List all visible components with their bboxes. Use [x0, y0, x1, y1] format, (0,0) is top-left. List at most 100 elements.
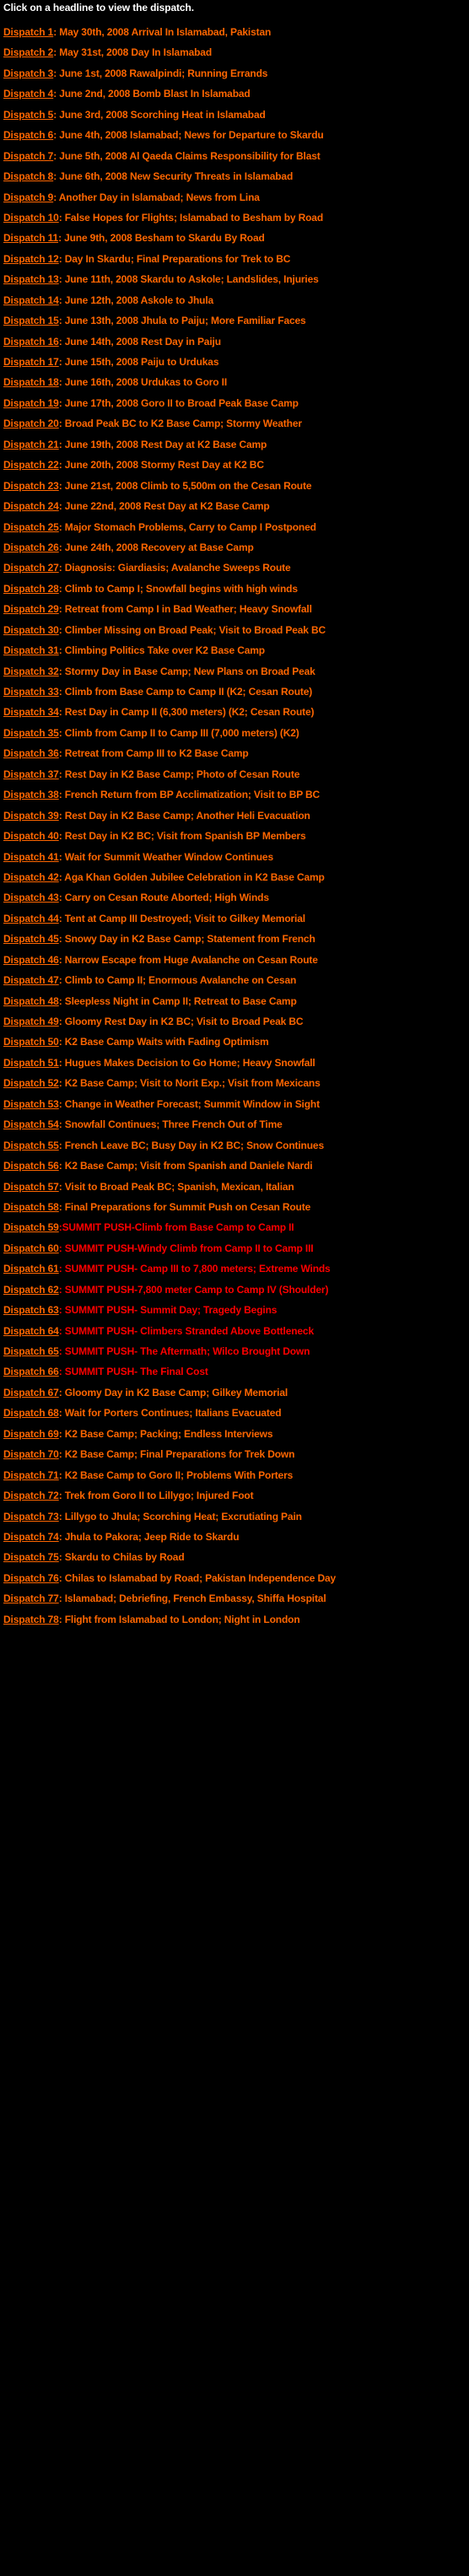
dispatch-link[interactable]: Dispatch 45	[3, 933, 59, 945]
dispatch-link[interactable]: Dispatch 43	[3, 892, 59, 903]
dispatch-link[interactable]: Dispatch 26	[3, 542, 59, 553]
dispatch-link[interactable]: Dispatch 49	[3, 1016, 59, 1027]
dispatch-link[interactable]: Dispatch 48	[3, 995, 59, 1007]
dispatch-link[interactable]: Dispatch 50	[3, 1036, 59, 1048]
dispatch-link[interactable]: Dispatch 54	[3, 1118, 59, 1130]
dispatch-link[interactable]: Dispatch 42	[3, 871, 59, 883]
dispatch-link[interactable]: Dispatch 55	[3, 1140, 59, 1151]
dispatch-row: Dispatch 66: SUMMIT PUSH- The Final Cost	[3, 1361, 469, 1382]
dispatch-title: : June 12th, 2008 Askole to Jhula	[58, 294, 214, 306]
dispatch-link[interactable]: Dispatch 65	[3, 1345, 59, 1357]
dispatch-title: : Change in Weather Forecast; Summit Win…	[58, 1097, 320, 1110]
dispatch-title: : June 15th, 2008 Paiju to Urdukas	[58, 356, 219, 368]
dispatch-link[interactable]: Dispatch 46	[3, 954, 59, 966]
dispatch-link[interactable]: Dispatch 31	[3, 644, 59, 656]
dispatch-link[interactable]: Dispatch 1	[3, 26, 53, 38]
dispatch-link[interactable]: Dispatch 10	[3, 212, 59, 224]
dispatch-link[interactable]: Dispatch 75	[3, 1551, 59, 1563]
dispatch-link[interactable]: Dispatch 28	[3, 583, 59, 595]
dispatch-title: : Retreat from Camp III to K2 Base Camp	[58, 747, 249, 760]
dispatch-link[interactable]: Dispatch 52	[3, 1077, 59, 1089]
dispatch-link[interactable]: Dispatch 73	[3, 1511, 59, 1522]
dispatch-link[interactable]: Dispatch 39	[3, 810, 59, 822]
dispatch-row: Dispatch 71: K2 Base Camp to Goro II; Pr…	[3, 1465, 469, 1485]
dispatch-link[interactable]: Dispatch 4	[3, 88, 53, 100]
dispatch-link[interactable]: Dispatch 17	[3, 356, 59, 368]
dispatch-row: Dispatch 43: Carry on Cesan Route Aborte…	[3, 887, 469, 908]
dispatch-link[interactable]: Dispatch 74	[3, 1531, 59, 1543]
dispatch-link[interactable]: Dispatch 16	[3, 336, 59, 348]
dispatch-link[interactable]: Dispatch 30	[3, 624, 59, 636]
dispatch-link[interactable]: Dispatch 23	[3, 480, 59, 492]
dispatch-link[interactable]: Dispatch 22	[3, 459, 59, 471]
dispatch-link[interactable]: Dispatch 69	[3, 1428, 59, 1440]
dispatch-row: Dispatch 39: Rest Day in K2 Base Camp; A…	[3, 806, 469, 826]
dispatch-link[interactable]: Dispatch 61	[3, 1263, 59, 1275]
dispatch-row: Dispatch 26: June 24th, 2008 Recovery at…	[3, 537, 469, 558]
dispatch-link[interactable]: Dispatch 41	[3, 851, 59, 863]
dispatch-link[interactable]: Dispatch 24	[3, 500, 59, 512]
dispatch-title: : Stormy Day in Base Camp; New Plans on …	[58, 665, 315, 677]
dispatch-link[interactable]: Dispatch 51	[3, 1057, 59, 1069]
dispatch-link[interactable]: Dispatch 12	[3, 253, 59, 265]
dispatch-link[interactable]: Dispatch 37	[3, 768, 59, 780]
dispatch-link[interactable]: Dispatch 8	[3, 170, 53, 182]
dispatch-title: : K2 Base Camp; Visit to Norit Exp.; Vis…	[58, 1077, 321, 1090]
dispatch-link[interactable]: Dispatch 25	[3, 521, 59, 533]
dispatch-row: Dispatch 6: June 4th, 2008 Islamabad; Ne…	[3, 125, 469, 145]
dispatch-link[interactable]: Dispatch 59	[3, 1221, 59, 1233]
dispatch-link[interactable]: Dispatch 56	[3, 1160, 59, 1172]
dispatch-link[interactable]: Dispatch 35	[3, 727, 59, 739]
dispatch-link[interactable]: Dispatch 60	[3, 1242, 59, 1254]
dispatch-link[interactable]: Dispatch 77	[3, 1592, 59, 1604]
dispatch-link[interactable]: Dispatch 20	[3, 418, 59, 429]
dispatch-link[interactable]: Dispatch 66	[3, 1366, 59, 1377]
dispatch-row: Dispatch 47: Climb to Camp II; Enormous …	[3, 970, 469, 990]
dispatch-link[interactable]: Dispatch 7	[3, 150, 53, 162]
dispatch-link[interactable]: Dispatch 38	[3, 789, 59, 800]
dispatch-link[interactable]: Dispatch 33	[3, 686, 59, 698]
dispatch-link[interactable]: Dispatch 13	[3, 273, 59, 285]
dispatch-link[interactable]: Dispatch 57	[3, 1181, 59, 1193]
dispatch-link[interactable]: Dispatch 18	[3, 376, 59, 388]
dispatch-link[interactable]: Dispatch 68	[3, 1407, 59, 1419]
dispatch-link[interactable]: Dispatch 62	[3, 1284, 59, 1296]
dispatch-link[interactable]: Dispatch 6	[3, 129, 53, 141]
dispatch-title: : Snowfall Continues; Three French Out o…	[58, 1118, 283, 1131]
dispatch-link[interactable]: Dispatch 58	[3, 1201, 59, 1213]
dispatch-title: : June 22nd, 2008 Rest Day at K2 Base Ca…	[58, 500, 270, 513]
dispatch-link[interactable]: Dispatch 76	[3, 1572, 59, 1584]
dispatch-link[interactable]: Dispatch 21	[3, 439, 59, 450]
dispatch-row: Dispatch 76: Chilas to Islamabad by Road…	[3, 1568, 469, 1588]
dispatch-link[interactable]: Dispatch 53	[3, 1098, 59, 1110]
dispatch-link[interactable]: Dispatch 9	[3, 191, 53, 203]
dispatch-link[interactable]: Dispatch 29	[3, 603, 59, 615]
dispatch-link[interactable]: Dispatch 27	[3, 562, 59, 574]
dispatch-link[interactable]: Dispatch 3	[3, 67, 53, 79]
dispatch-link[interactable]: Dispatch 40	[3, 830, 59, 842]
dispatch-link[interactable]: Dispatch 78	[3, 1614, 59, 1625]
dispatch-link[interactable]: Dispatch 44	[3, 913, 59, 924]
dispatch-link[interactable]: Dispatch 64	[3, 1325, 59, 1337]
dispatch-row: Dispatch 72: Trek from Goro II to Lillyg…	[3, 1485, 469, 1506]
dispatch-link[interactable]: Dispatch 2	[3, 46, 53, 58]
dispatch-row: Dispatch 46: Narrow Escape from Huge Ava…	[3, 950, 469, 970]
dispatch-link[interactable]: Dispatch 11	[3, 232, 58, 244]
dispatch-title: : June 17th, 2008 Goro II to Broad Peak …	[58, 396, 299, 409]
dispatch-link[interactable]: Dispatch 36	[3, 747, 59, 759]
dispatch-link[interactable]: Dispatch 19	[3, 397, 59, 409]
dispatch-link[interactable]: Dispatch 5	[3, 109, 53, 121]
dispatch-link[interactable]: Dispatch 34	[3, 706, 59, 718]
dispatch-row: Dispatch 44: Tent at Camp III Destroyed;…	[3, 908, 469, 929]
dispatch-link[interactable]: Dispatch 63	[3, 1304, 59, 1316]
dispatch-link[interactable]: Dispatch 14	[3, 294, 59, 306]
dispatch-link[interactable]: Dispatch 71	[3, 1469, 59, 1481]
dispatch-row: Dispatch 75: Skardu to Chilas by Road	[3, 1547, 469, 1567]
dispatch-link[interactable]: Dispatch 15	[3, 315, 59, 326]
dispatch-link[interactable]: Dispatch 32	[3, 666, 59, 677]
dispatch-link[interactable]: Dispatch 67	[3, 1387, 59, 1398]
dispatch-link[interactable]: Dispatch 72	[3, 1490, 59, 1501]
dispatch-link[interactable]: Dispatch 70	[3, 1448, 59, 1460]
dispatch-title: : Chilas to Islamabad by Road; Pakistan …	[58, 1571, 337, 1584]
dispatch-link[interactable]: Dispatch 47	[3, 974, 59, 986]
